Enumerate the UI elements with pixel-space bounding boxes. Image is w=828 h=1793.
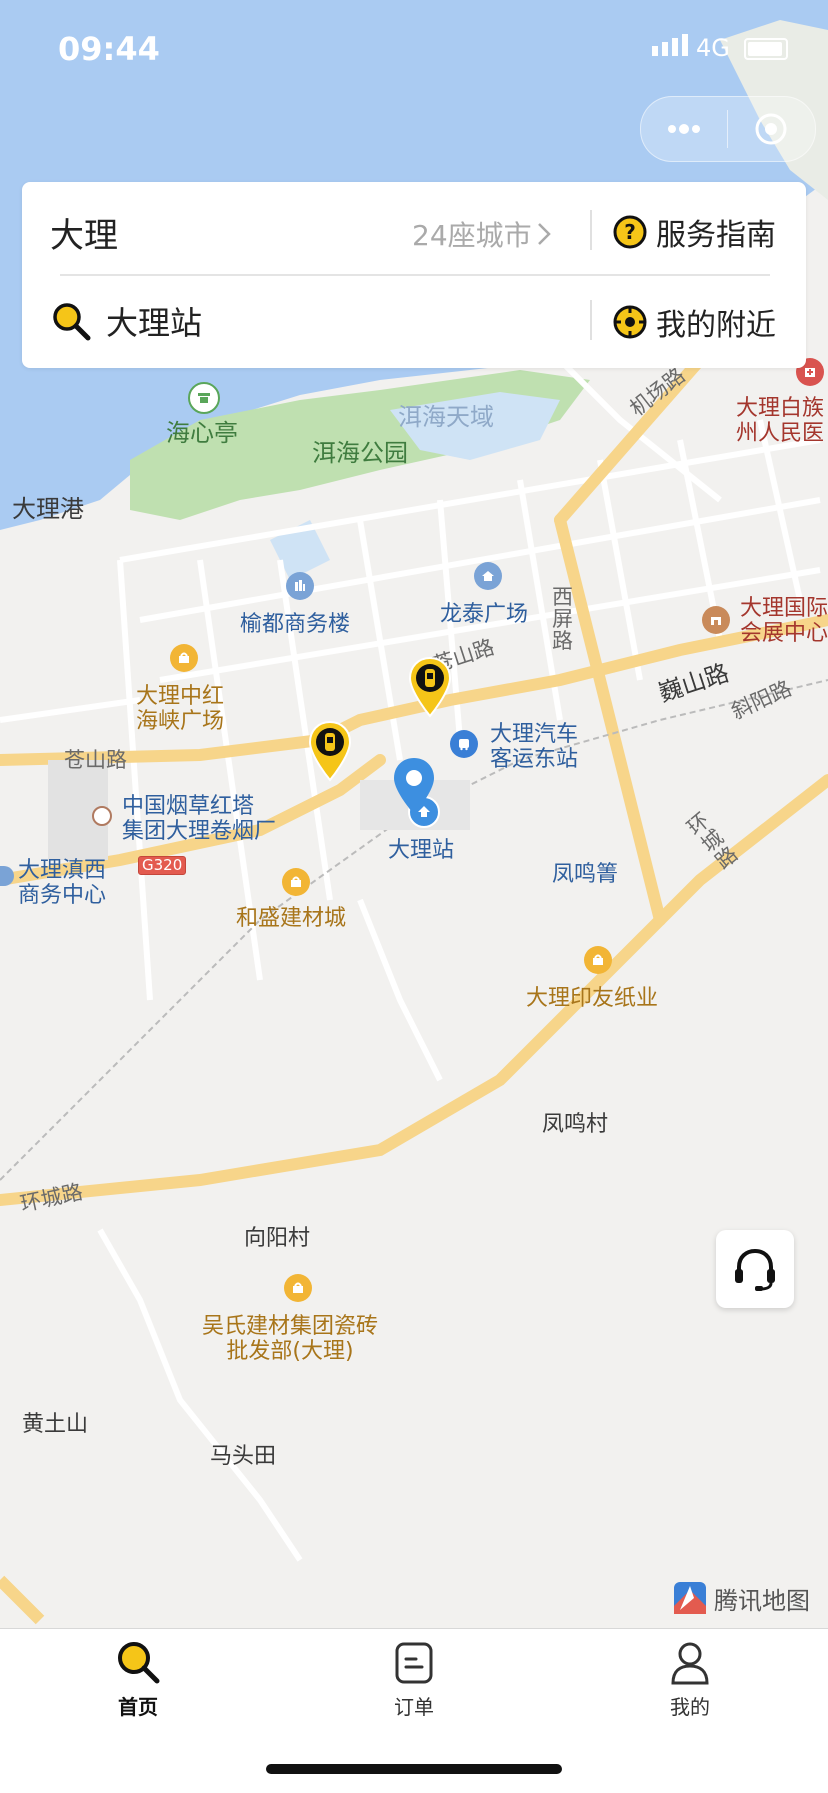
map-label-tobacco[interactable]: 中国烟草红塔 集团大理卷烟厂 bbox=[122, 794, 276, 845]
market-poi-icon[interactable] bbox=[282, 868, 310, 896]
city-name[interactable]: 大理 bbox=[50, 208, 118, 257]
nearby-label: 我的附近 bbox=[656, 308, 776, 343]
nearby-button[interactable]: 我的附近 bbox=[612, 300, 776, 344]
search-home-icon bbox=[118, 1642, 160, 1684]
service-guide-button[interactable]: ? 服务指南 bbox=[612, 210, 776, 254]
chevron-right-icon bbox=[537, 223, 551, 245]
office-poi-icon[interactable] bbox=[286, 572, 314, 600]
map-label-bai-hospital[interactable]: 大理白族 州人民医 bbox=[736, 396, 824, 447]
map-label-erhai-tianyu[interactable]: 洱海天域 bbox=[398, 403, 494, 432]
more-button[interactable] bbox=[641, 97, 727, 161]
map-label-longtai[interactable]: 龙泰广场 bbox=[440, 602, 528, 627]
map-label-dianxi[interactable]: 大理滇西 商务中心 bbox=[18, 858, 106, 909]
tile-poi-icon[interactable] bbox=[284, 1274, 312, 1302]
map-label-hesheng[interactable]: 和盛建材城 bbox=[236, 906, 346, 931]
map-label-daligang[interactable]: 大理港 bbox=[12, 495, 84, 524]
close-miniprogram-button[interactable] bbox=[728, 97, 814, 161]
map-label-zhonghong[interactable]: 大理中红 海峡广场 bbox=[136, 684, 224, 735]
city-switch-link[interactable]: 24座城市 bbox=[412, 214, 552, 254]
status-time: 09:44 bbox=[58, 30, 160, 68]
card-divider bbox=[60, 274, 770, 276]
guide-help-icon: ? bbox=[613, 215, 647, 249]
tab-mine-label: 我的 bbox=[670, 1695, 710, 1719]
paper-poi-icon[interactable] bbox=[584, 946, 612, 974]
miniprogram-capsule[interactable] bbox=[640, 96, 816, 162]
station-search-field[interactable]: 大理站 bbox=[50, 298, 202, 344]
map-provider-logo: 腾讯地图 bbox=[672, 1580, 810, 1616]
svg-text:?: ? bbox=[624, 220, 636, 244]
map-label-fengming-village[interactable]: 凤鸣村 bbox=[542, 1112, 608, 1137]
location-pin-icon[interactable] bbox=[392, 756, 436, 816]
bus-poi-icon[interactable] bbox=[450, 730, 478, 758]
user-profile-icon bbox=[671, 1642, 709, 1685]
map-label-haixinting[interactable]: 海心亭 bbox=[166, 419, 238, 448]
search-card: 大理 24座城市 ? 服务指南 大理站 我的附近 bbox=[22, 182, 806, 368]
highway-shield-g320: G320 bbox=[138, 856, 187, 876]
park-poi-icon[interactable] bbox=[188, 382, 220, 414]
station-row: 大理站 我的附近 bbox=[22, 278, 806, 366]
locate-icon bbox=[613, 305, 647, 339]
station-row-divider bbox=[590, 300, 592, 340]
more-dots-icon bbox=[668, 124, 700, 134]
city-count-label: 24座城市 bbox=[412, 219, 532, 252]
plaza-poi-icon[interactable] bbox=[474, 562, 502, 590]
map-label-xiangyang[interactable]: 向阳村 bbox=[244, 1226, 310, 1251]
factory-poi-icon[interactable] bbox=[92, 806, 112, 826]
target-close-icon bbox=[755, 113, 787, 145]
search-icon bbox=[53, 303, 91, 341]
battery-icon bbox=[744, 38, 788, 60]
station-name: 大理站 bbox=[106, 304, 203, 342]
convention-poi-icon[interactable] bbox=[702, 606, 730, 634]
map-label-fengmingjing[interactable]: 凤鸣箐 bbox=[552, 862, 618, 887]
tab-mine[interactable]: 我的 bbox=[552, 1629, 828, 1729]
tab-home[interactable]: 首页 bbox=[0, 1629, 276, 1729]
tab-orders-label: 订单 bbox=[394, 1695, 434, 1719]
customer-support-button[interactable] bbox=[716, 1230, 794, 1308]
city-row: 大理 24座城市 ? 服务指南 bbox=[22, 186, 806, 274]
order-list-icon bbox=[395, 1642, 433, 1684]
road-label-xiping: 西 屏 路 bbox=[552, 585, 573, 654]
service-guide-label: 服务指南 bbox=[656, 218, 776, 253]
map-label-convention[interactable]: 大理国际 会展中心 bbox=[740, 596, 828, 647]
map-label-yudu[interactable]: 榆都商务楼 bbox=[240, 612, 350, 637]
map-label-huangtushan[interactable]: 黄土山 bbox=[22, 1412, 88, 1437]
tencent-map-logo-icon bbox=[674, 1582, 706, 1614]
charger-marker-icon-2[interactable] bbox=[306, 720, 354, 784]
headset-icon bbox=[735, 1248, 775, 1291]
map-label-erhai-park[interactable]: 洱海公园 bbox=[312, 439, 408, 468]
city-row-divider bbox=[590, 210, 592, 250]
map-label-dali-station[interactable]: 大理站 bbox=[388, 838, 454, 863]
status-bar: 09:44 4G bbox=[0, 0, 828, 98]
road-label-cangshan-2: 苍山路 bbox=[64, 748, 127, 772]
map-label-matoutian[interactable]: 马头田 bbox=[210, 1444, 276, 1469]
map-label-yinyou[interactable]: 大理印友纸业 bbox=[526, 986, 658, 1011]
signal-icon bbox=[652, 34, 688, 56]
mall-poi-icon[interactable] bbox=[170, 644, 198, 672]
map-label-wushi[interactable]: 吴氏建材集团瓷砖 批发部(大理) bbox=[202, 1314, 378, 1365]
tab-orders[interactable]: 订单 bbox=[276, 1629, 552, 1729]
home-indicator bbox=[266, 1764, 562, 1774]
tab-home-label: 首页 bbox=[118, 1695, 158, 1719]
map-label-bus-station[interactable]: 大理汽车 客运东站 bbox=[490, 722, 578, 773]
network-label: 4G bbox=[696, 34, 730, 62]
map-provider-name: 腾讯地图 bbox=[714, 1586, 810, 1615]
charger-marker-icon[interactable] bbox=[406, 656, 454, 720]
